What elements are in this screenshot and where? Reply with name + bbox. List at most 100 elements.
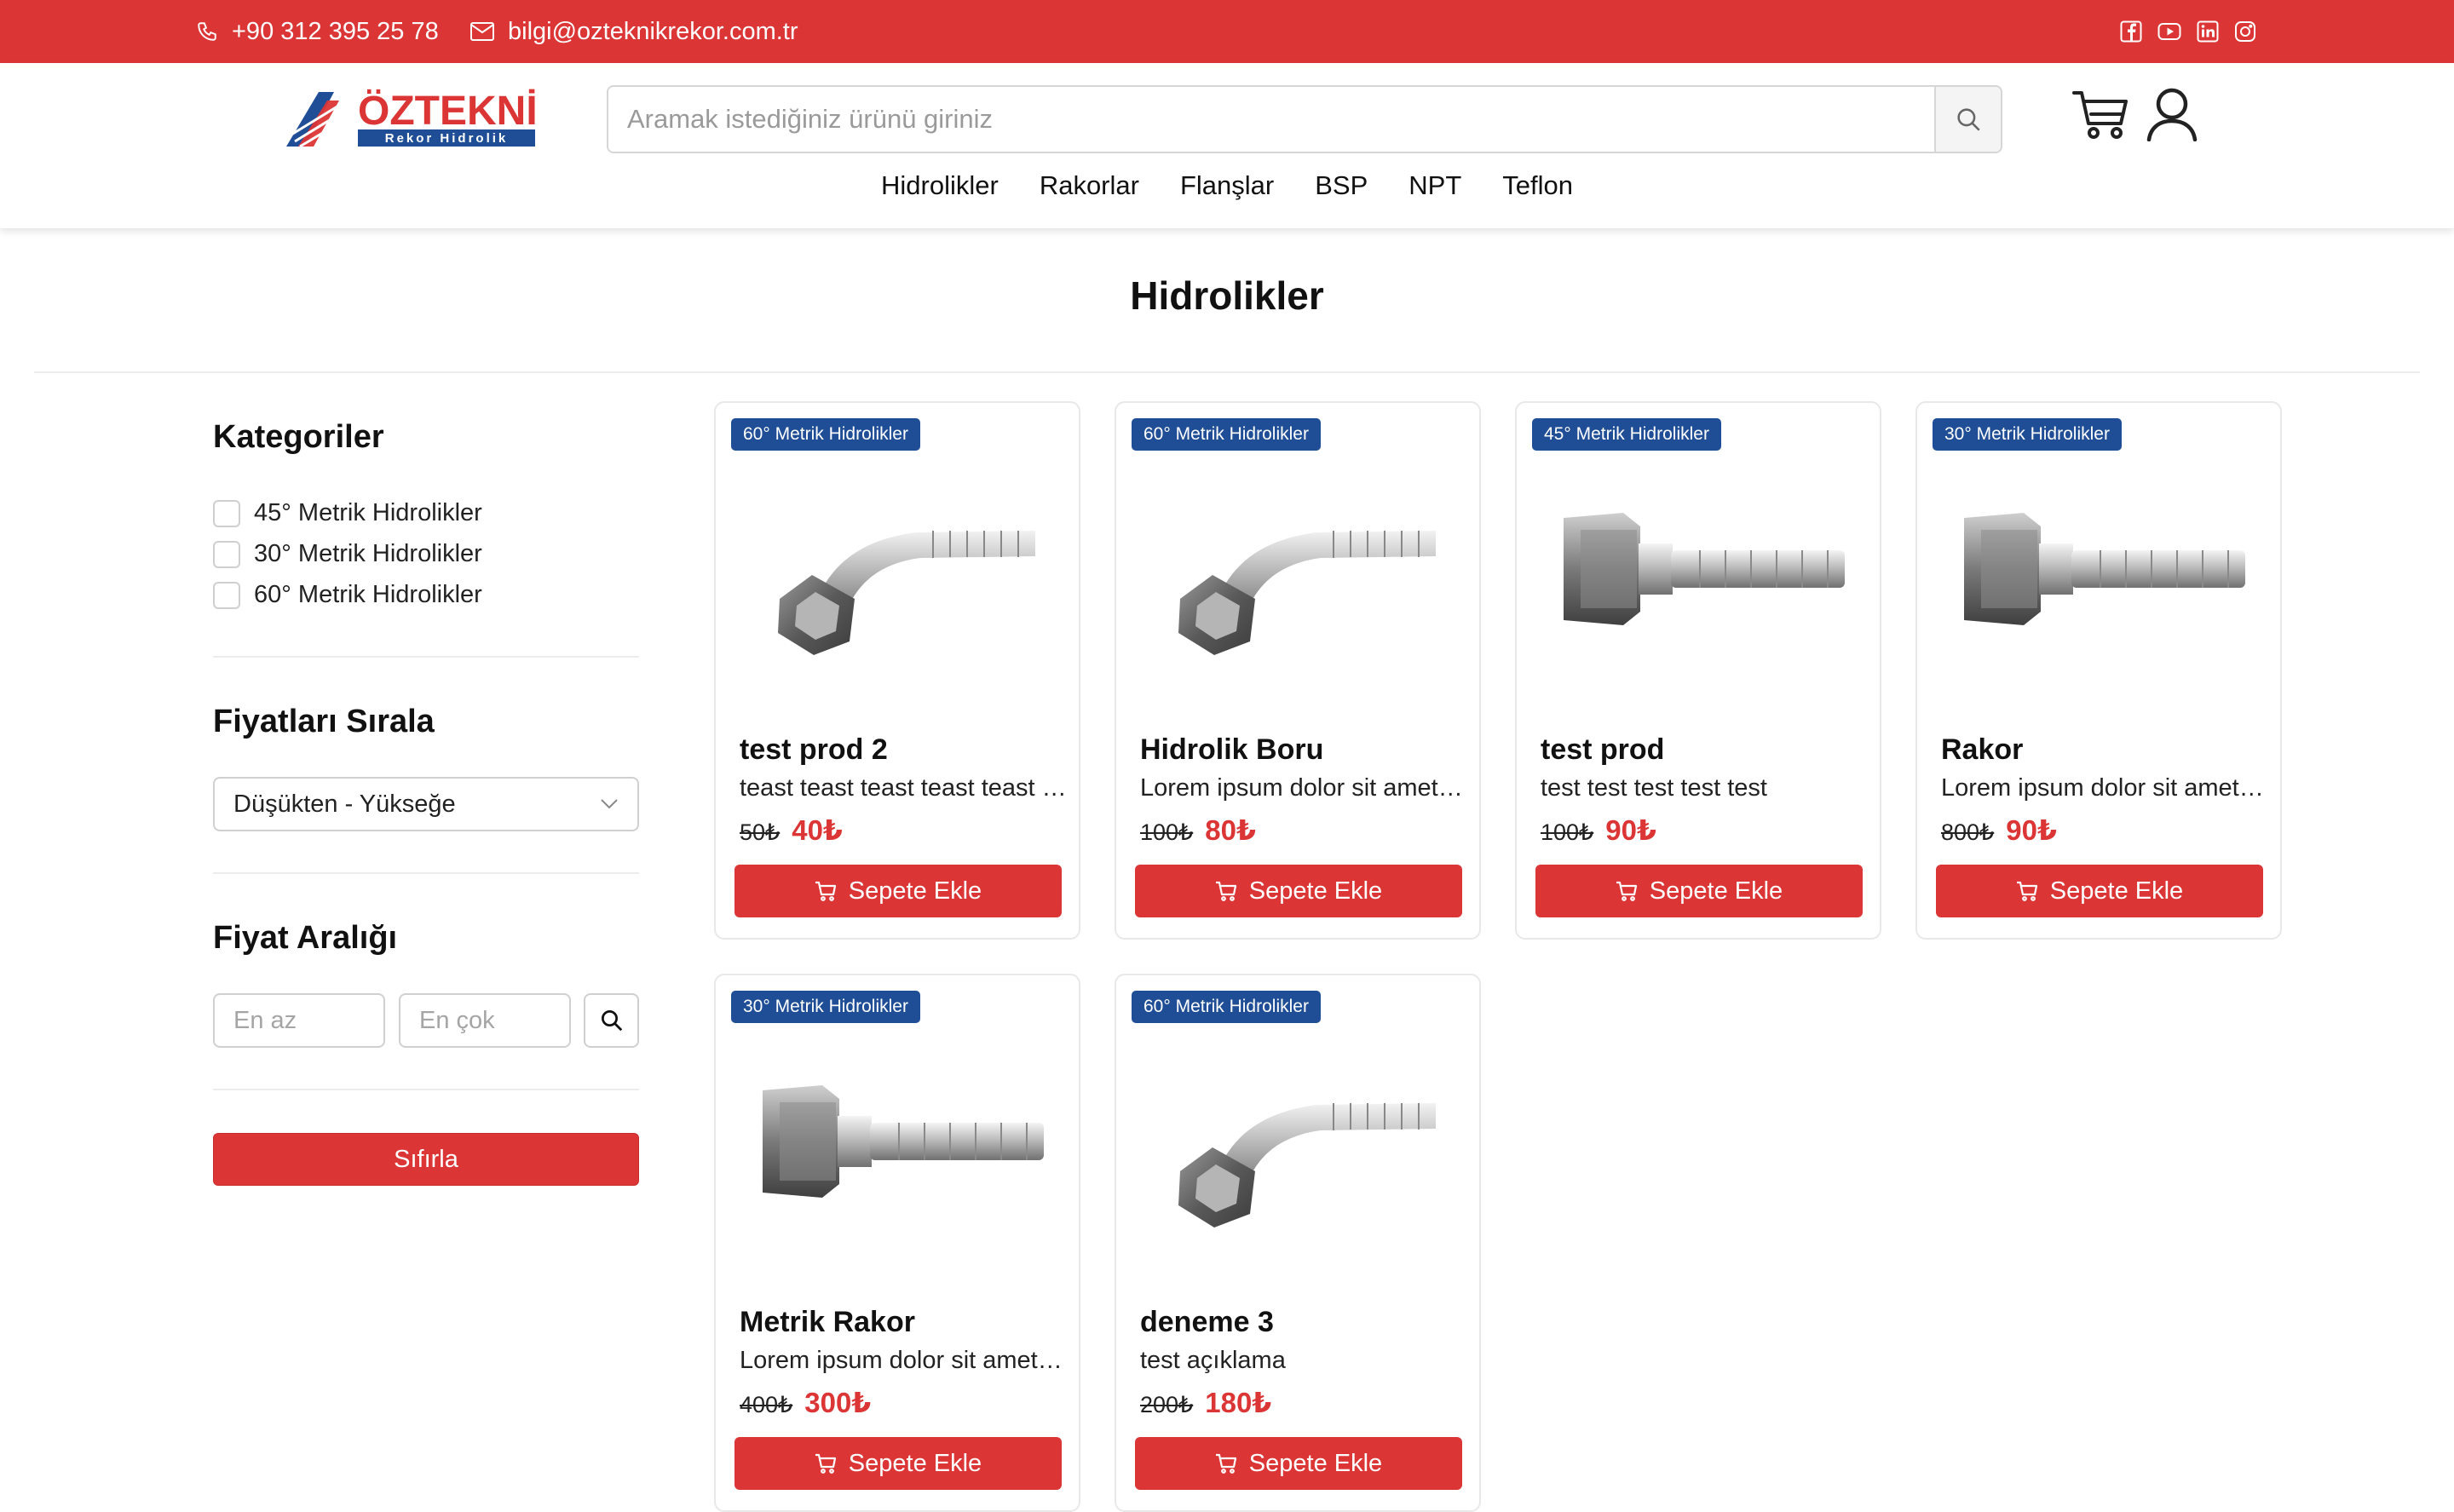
product-image[interactable] — [716, 1035, 1079, 1248]
add-to-cart-button[interactable]: Sepete Ekle — [1535, 865, 1863, 917]
new-price: 180₺ — [1205, 1387, 1272, 1418]
category-filter-45[interactable]: 45° Metrik Hidrolikler — [213, 499, 482, 527]
category-badge: 60° Metrik Hidrolikler — [1132, 991, 1321, 1023]
category-checkbox[interactable] — [213, 499, 240, 527]
brand-logo[interactable]: ÖZTEKNİK Rekor Hidrolik — [285, 83, 537, 148]
sort-select-value: Düşükten - Yükseğe — [233, 790, 456, 818]
search-icon — [601, 1010, 622, 1032]
category-badge: 45° Metrik Hidrolikler — [1532, 418, 1721, 451]
min-price-input[interactable] — [213, 993, 385, 1048]
product-prices: 50₺ 40₺ — [740, 813, 843, 847]
product-name[interactable]: Metrik Rakor — [740, 1306, 915, 1339]
new-price: 90₺ — [2006, 814, 2057, 846]
site-header: ÖZTEKNİK Rekor Hidrolik Hidrolikler Rako… — [0, 63, 2454, 228]
product-card[interactable]: 45° Metrik Hidrolikler test prod test te… — [1515, 401, 1881, 940]
categories-heading: Kategoriler — [213, 419, 384, 455]
straight-fitting-icon — [1964, 513, 2245, 625]
add-to-cart-button[interactable]: Sepete Ekle — [1135, 1437, 1462, 1490]
product-image[interactable] — [1917, 463, 2280, 676]
cart-icon — [1215, 1453, 1236, 1474]
sidebar-divider — [213, 1089, 639, 1090]
product-description: Lorem ipsum dolor sit amet consectetur — [740, 1347, 1067, 1374]
product-name[interactable]: deneme 3 — [1140, 1306, 1274, 1339]
svg-text:Rekor Hidrolik: Rekor Hidrolik — [385, 131, 509, 146]
nav-item-teflon[interactable]: Teflon — [1482, 170, 1593, 201]
cart-icon — [1616, 881, 1637, 901]
mail-icon — [470, 22, 494, 41]
nav-item-hidrolikler[interactable]: Hidrolikler — [861, 170, 1019, 201]
top-bar: +90 312 395 25 78 bilgi@ozteknikrekor.co… — [0, 0, 2454, 63]
cart-icon — [2016, 881, 2037, 901]
category-badge: 60° Metrik Hidrolikler — [1132, 418, 1321, 451]
category-badge: 30° Metrik Hidrolikler — [731, 991, 920, 1023]
price-filter-button[interactable] — [584, 993, 639, 1048]
add-to-cart-label: Sepete Ekle — [1248, 1449, 1383, 1477]
search-button[interactable] — [1934, 87, 2001, 152]
title-divider — [34, 371, 2420, 373]
product-image[interactable] — [1116, 463, 1479, 676]
sort-select[interactable]: Düşükten - Yükseğe — [213, 777, 639, 831]
product-name[interactable]: test prod 2 — [740, 733, 888, 767]
product-card[interactable]: 60° Metrik Hidrolikler test prod 2 teast… — [714, 401, 1080, 940]
page-title: Hidrolikler — [1130, 273, 1324, 318]
product-image[interactable] — [1116, 1035, 1479, 1248]
max-price-input[interactable] — [399, 993, 571, 1048]
category-badge: 60° Metrik Hidrolikler — [731, 418, 920, 451]
search-bar — [607, 85, 2002, 153]
reset-button[interactable]: Sıfırla — [213, 1133, 639, 1186]
add-to-cart-label: Sepete Ekle — [1649, 877, 1783, 905]
category-checkbox[interactable] — [213, 581, 240, 609]
new-price: 80₺ — [1205, 814, 1256, 846]
main-nav: Hidrolikler Rakorlar Flanşlar BSP NPT Te… — [0, 170, 2454, 201]
product-image[interactable] — [1517, 463, 1880, 676]
add-to-cart-button[interactable]: Sepete Ekle — [1936, 865, 2263, 917]
sidebar-divider — [213, 872, 639, 874]
product-name[interactable]: test prod — [1541, 733, 1664, 767]
search-input[interactable] — [608, 87, 1934, 152]
nav-item-bsp[interactable]: BSP — [1294, 170, 1388, 201]
linkedin-icon[interactable] — [2197, 20, 2219, 43]
product-description: teast teast teast teast teast teast — [740, 774, 1067, 802]
product-image[interactable] — [716, 463, 1079, 676]
cart-icon[interactable] — [2072, 89, 2129, 140]
add-to-cart-label: Sepete Ekle — [848, 1449, 982, 1477]
angled-fitting-icon — [1178, 531, 1436, 655]
email-address: bilgi@ozteknikrekor.com.tr — [508, 17, 798, 45]
old-price: 200₺ — [1140, 1392, 1194, 1417]
nav-item-npt[interactable]: NPT — [1388, 170, 1482, 201]
facebook-icon[interactable] — [2120, 20, 2142, 43]
product-prices: 100₺ 90₺ — [1541, 813, 1656, 847]
product-card[interactable]: 30° Metrik Hidrolikler Metrik Rakor Lore… — [714, 974, 1080, 1512]
email-contact[interactable]: bilgi@ozteknikrekor.com.tr — [470, 0, 798, 63]
add-to-cart-button[interactable]: Sepete Ekle — [734, 1437, 1062, 1490]
old-price: 100₺ — [1140, 819, 1194, 845]
nav-item-flanslar[interactable]: Flanşlar — [1160, 170, 1294, 201]
old-price: 50₺ — [740, 819, 781, 845]
old-price: 100₺ — [1541, 819, 1594, 845]
product-card[interactable]: 30° Metrik Hidrolikler Rakor Lorem ipsum… — [1915, 401, 2282, 940]
sort-heading: Fiyatları Sırala — [213, 704, 435, 739]
add-to-cart-button[interactable]: Sepete Ekle — [734, 865, 1062, 917]
cart-icon — [1215, 881, 1236, 901]
category-filter-30[interactable]: 30° Metrik Hidrolikler — [213, 540, 482, 568]
instagram-icon[interactable] — [2234, 20, 2256, 43]
phone-icon — [198, 22, 216, 41]
product-name[interactable]: Rakor — [1941, 733, 2023, 767]
search-icon — [1957, 108, 1980, 131]
youtube-icon[interactable] — [2157, 20, 2181, 43]
phone-contact[interactable]: +90 312 395 25 78 — [196, 0, 439, 63]
product-card[interactable]: 60° Metrik Hidrolikler deneme 3 test açı… — [1115, 974, 1481, 1512]
product-name[interactable]: Hidrolik Boru — [1140, 733, 1323, 767]
category-filter-60[interactable]: 60° Metrik Hidrolikler — [213, 581, 482, 609]
category-label: 60° Metrik Hidrolikler — [254, 581, 482, 608]
add-to-cart-label: Sepete Ekle — [2049, 877, 2184, 905]
nav-item-rakorlar[interactable]: Rakorlar — [1019, 170, 1160, 201]
angled-fitting-icon — [1178, 1103, 1436, 1227]
add-to-cart-button[interactable]: Sepete Ekle — [1135, 865, 1462, 917]
product-card[interactable]: 60° Metrik Hidrolikler Hidrolik Boru Lor… — [1115, 401, 1481, 940]
new-price: 40₺ — [792, 814, 843, 846]
user-icon[interactable] — [2146, 87, 2198, 141]
category-checkbox[interactable] — [213, 540, 240, 568]
category-badge: 30° Metrik Hidrolikler — [1933, 418, 2122, 451]
svg-text:ÖZTEKNİK: ÖZTEKNİK — [358, 89, 537, 134]
